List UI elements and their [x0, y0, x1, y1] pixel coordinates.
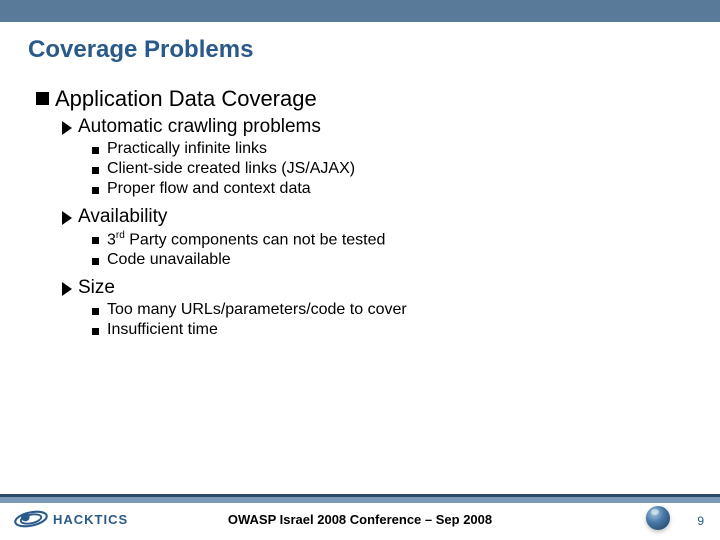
- footer: HACKTICS OWASP Israel 2008 Conference – …: [0, 494, 720, 540]
- level2-text: Size: [72, 277, 115, 299]
- bullet-level3: Practically infinite links: [92, 140, 680, 158]
- text-part: Party components can not be tested: [125, 231, 386, 248]
- page-number: 9: [697, 514, 704, 528]
- superscript: rd: [116, 230, 125, 241]
- bullet-level3: Client-side created links (JS/AJAX): [92, 160, 680, 178]
- content-area: Application Data Coverage Automatic craw…: [0, 64, 720, 339]
- level3-text: Proper flow and context data: [99, 180, 311, 198]
- top-bar: [0, 0, 720, 22]
- level2-text: Availability: [72, 206, 167, 228]
- bullet-level3: Code unavailable: [92, 251, 680, 269]
- square-bullet-icon: [36, 92, 49, 105]
- level2-text: Automatic crawling problems: [72, 116, 321, 138]
- footer-text: OWASP Israel 2008 Conference – Sep 2008: [228, 512, 492, 527]
- bullet-level3: Too many URLs/parameters/code to cover: [92, 301, 680, 319]
- bullet-level2: Availability: [62, 206, 680, 228]
- arrow-right-icon: [62, 211, 72, 225]
- bullet-level3: Insufficient time: [92, 321, 680, 339]
- small-square-icon: [92, 167, 99, 174]
- bullet-level2: Size: [62, 277, 680, 299]
- text-part: 3: [107, 231, 116, 248]
- bullet-level2: Automatic crawling problems: [62, 116, 680, 138]
- arrow-right-icon: [62, 121, 72, 135]
- small-square-icon: [92, 237, 99, 244]
- small-square-icon: [92, 187, 99, 194]
- logo-text: HACKTICS: [53, 512, 128, 527]
- bullet-level3: 3rd Party components can not be tested: [92, 230, 680, 249]
- level3-text: Practically infinite links: [99, 140, 267, 158]
- logo-swoosh-icon: [12, 502, 50, 536]
- globe-icon: [646, 506, 670, 530]
- level3-text: Client-side created links (JS/AJAX): [99, 160, 355, 178]
- level3-text: Too many URLs/parameters/code to cover: [99, 301, 407, 319]
- small-square-icon: [92, 328, 99, 335]
- hacktics-logo: HACKTICS: [12, 502, 128, 536]
- bullet-level3: Proper flow and context data: [92, 180, 680, 198]
- small-square-icon: [92, 147, 99, 154]
- level3-text: Insufficient time: [99, 321, 218, 339]
- level3-text: Code unavailable: [99, 251, 231, 269]
- small-square-icon: [92, 258, 99, 265]
- arrow-right-icon: [62, 282, 72, 296]
- level1-text: Application Data Coverage: [49, 86, 317, 112]
- slide-title: Coverage Problems: [0, 22, 720, 64]
- level3-text: 3rd Party components can not be tested: [99, 230, 385, 249]
- small-square-icon: [92, 308, 99, 315]
- bullet-level1: Application Data Coverage: [36, 86, 680, 112]
